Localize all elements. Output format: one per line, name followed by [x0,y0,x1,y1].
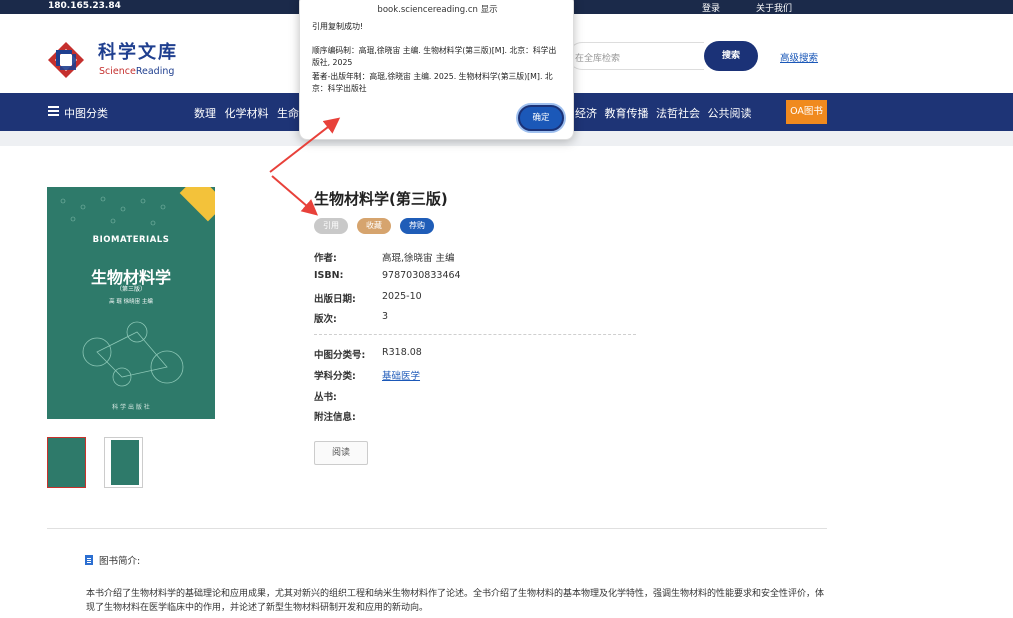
cover-publisher: 科 学 出 版 社 [112,404,150,411]
search-button[interactable]: 搜索 [704,41,758,71]
cover-thumbnail-spine[interactable] [104,437,143,488]
logo-text-cn[interactable]: 科学文库 [98,38,178,64]
search-input[interactable]: 在全库检索 [568,42,704,70]
field-label: 中图分类号: [314,350,366,361]
dialog-message: 引用复制成功! [312,22,364,31]
nav-items-right: 经济 教育传播 法哲社会 公共阅读 [575,105,756,121]
info-divider [314,334,636,335]
field-label: 出版日期: [314,294,356,305]
section-divider [47,528,827,529]
field-label: ISBN: [314,270,344,281]
citation-author-year: 著者-出版年制：高琨,徐晓宙 主编. 2025. 生物材料学(第三版)[M]. … [312,72,553,93]
oa-books-button[interactable]: OA图书 [786,100,827,124]
logo-icon[interactable] [46,40,86,80]
nav-item[interactable]: 法哲社会 [656,107,700,120]
field-value: 2025-10 [382,291,422,302]
cover-corner-badge [179,187,215,222]
arrow-to-cite [271,175,319,216]
field-label: 版次: [314,314,337,325]
cover-thumbnail-front[interactable] [47,437,86,488]
nav-item[interactable]: 生命 [277,107,299,120]
ok-button[interactable]: 确定 [518,105,564,131]
citation-numeric: 顺序编码制：高琨,徐晓宙 主编. 生物材料学(第三版)[M]. 北京：科学出版社… [312,46,557,67]
cover-graphic [82,321,184,387]
read-button[interactable]: 阅读 [314,441,368,465]
favorite-button[interactable]: 收藏 [357,218,391,234]
field-value: 高琨,徐晓宙 主编 [382,253,455,264]
recommend-buy-button[interactable]: 荐购 [400,218,434,234]
cite-button[interactable]: 引用 [314,218,348,234]
field-value: R318.08 [382,347,422,358]
field-label: 作者: [314,253,337,264]
nav-item[interactable]: 数理 [194,107,216,120]
document-icon [85,555,93,565]
intro-heading: 图书简介: [85,553,140,567]
field-label: 丛书: [314,392,337,403]
cover-edition: （第三版） [115,286,146,293]
ip-address: 180.165.23.84 [48,1,121,11]
nav-items-left: 数理 化学材料 生命 [194,105,304,121]
logo-en-suffix: Reading [135,66,175,77]
intro-heading-text: 图书简介: [99,556,141,567]
intro-text: 本书介绍了生物材料学的基础理论和应用成果，尤其对新兴的组织工程和纳米生物材料作了… [86,589,825,613]
nav-item[interactable]: 化学材料 [225,107,269,120]
cover-en-title: BIOMATERIALS [92,235,170,245]
category-menu[interactable]: 中图分类 [64,105,108,121]
logo-text-en[interactable]: ScienceReading [99,66,174,77]
login-link[interactable]: 登录 [702,1,720,14]
nav-item[interactable]: 教育传播 [605,107,649,120]
field-value: 9787030833464 [382,270,461,281]
nav-item[interactable]: 公共阅读 [708,107,752,120]
cover-authors: 高 琨 徐晓宙 主编 [109,299,153,305]
field-label: 附注信息: [314,412,356,423]
cover-pattern [60,196,166,226]
dialog-citations: 顺序编码制：高琨,徐晓宙 主编. 生物材料学(第三版)[M]. 北京：科学出版社… [312,45,564,97]
menu-icon[interactable] [48,106,59,116]
subject-link[interactable]: 基础医学 [382,368,420,382]
nav-item[interactable]: 经济 [575,107,597,120]
book-cover[interactable]: BIOMATERIALS 生物材料学 （第三版） 高 琨 徐晓宙 主编 科 学 … [47,187,215,419]
about-link[interactable]: 关于我们 [756,1,792,14]
logo-en-prefix: Science [99,66,136,77]
field-value: 3 [382,311,389,322]
alert-dialog: book.sciencereading.cn 显示 引用复制成功! 顺序编码制：… [299,0,574,140]
field-label: 学科分类: [314,371,356,382]
book-title: 生物材料学(第三版) [314,190,448,208]
advanced-search-link[interactable]: 高级搜索 [780,50,818,64]
dialog-title: book.sciencereading.cn 显示 [377,5,498,15]
